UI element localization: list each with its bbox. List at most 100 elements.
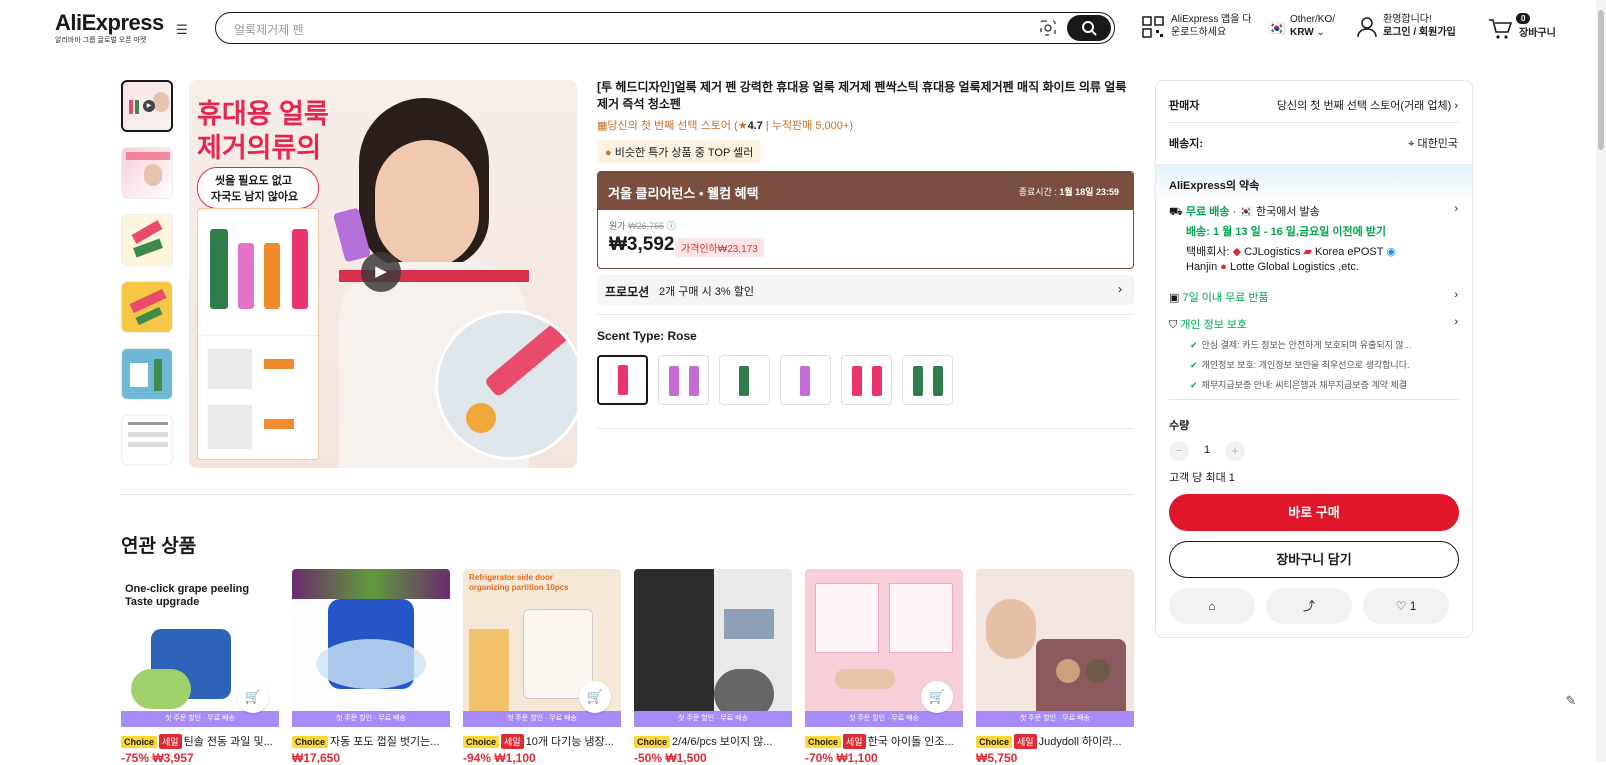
scent-option[interactable] [597, 355, 648, 405]
privacy-item-text: 안심 결제: 카드 정보는 안전하게 보호되며 유출되지 않... [1201, 340, 1412, 350]
seller-link[interactable]: 당신의 첫 번째 선택 스토어(거래 업체) › [1277, 97, 1458, 113]
delivery-estimate: 배송: 1 월 13 일 - 16 일,금요일 이전에 받기 [1186, 226, 1387, 238]
quantity-stepper[interactable]: − 1 + [1169, 441, 1249, 461]
scent-option[interactable] [719, 355, 770, 405]
ship-to-selector[interactable]: ⌖ 대한민국 [1408, 135, 1458, 151]
edit-icon[interactable]: ✎ [1560, 690, 1582, 712]
app-download-link[interactable]: AliExpress 앱을 다 운로드하세요 [1171, 13, 1251, 39]
original-price-label: 원가 [609, 221, 626, 231]
user-icon[interactable] [1357, 16, 1377, 38]
login-signup-link[interactable]: 로그인 / 회원가입 [1383, 27, 1456, 38]
scent-type-label: Scent Type: Rose [597, 329, 697, 343]
shipping-badge: 첫 주문 할인 · 무료 배송 [463, 711, 621, 727]
product-card[interactable]: 첫 주문 할인 · 무료 배송 Choice 자동 포도 껍질 벗기는... ₩1… [292, 569, 450, 765]
choice-tag: Choice [634, 736, 671, 748]
promotion-text: 2개 구매 시 3% 할인 [659, 286, 754, 298]
product-card[interactable]: Refrigerator side door organizing partit… [463, 569, 621, 765]
image-caption-2: 자국도 남지 않아요 [211, 191, 299, 203]
thumbnail[interactable]: ▶ [121, 80, 173, 132]
menu-icon[interactable]: ☰ [174, 22, 190, 38]
check-icon: ✔ [1190, 340, 1198, 350]
scent-option[interactable] [658, 355, 709, 405]
thumbnail[interactable] [121, 147, 173, 199]
image-headline-2: 제거의류의 [197, 133, 322, 163]
add-to-cart-icon[interactable]: 🛒 [921, 681, 953, 713]
region-selector[interactable]: Other/KO/ KRW ⌄ [1290, 13, 1335, 39]
qr-code-icon[interactable] [1142, 16, 1164, 38]
cart-icon[interactable] [1488, 18, 1512, 40]
scent-option[interactable] [841, 355, 892, 405]
chevron-right-icon[interactable]: › [1454, 203, 1458, 215]
thumbnail[interactable] [121, 348, 173, 400]
chevron-right-icon: › [1454, 100, 1458, 112]
welcome-text: 환영합니다! [1383, 14, 1432, 25]
product-card-price: -70% ₩1,100 [805, 751, 878, 765]
thumbnail[interactable] [121, 281, 173, 333]
scrollbar-thumb[interactable] [1598, 10, 1604, 150]
info-icon[interactable]: ⓘ [667, 221, 676, 231]
product-card-name: Choice 세일 10개 다기능 냉장... [463, 733, 621, 749]
image-search-icon[interactable] [1040, 20, 1056, 36]
chevron-right-icon[interactable]: › [1454, 316, 1458, 328]
product-card-title: 10개 다기능 냉장... [525, 736, 614, 748]
product-card[interactable]: 첫 주문 할인 · 무료 배송 Choice 세일 Judydoll 하이라... … [976, 569, 1134, 765]
choice-tag: Choice [292, 736, 329, 748]
increase-button[interactable]: + [1225, 441, 1245, 461]
search-input[interactable]: 얼룩제거제 펜 [234, 21, 304, 38]
sold-count: 누적판매 5,000+ [771, 120, 850, 132]
privacy-label: 개인 정보 보호 [1180, 319, 1248, 331]
carrier-icon: ▰ [1303, 246, 1312, 258]
card-image-text: One-click grape peeling Taste upgrade [125, 583, 250, 608]
top-seller-badge: ● 비슷한 특가 상품 중 TOP 셀러 [597, 140, 762, 163]
privacy-row[interactable]: ⛉ 개인 정보 보호 [1169, 316, 1247, 332]
share-button[interactable]: ⤴ [1266, 588, 1352, 624]
free-shipping-row[interactable]: ⛟ 무료 배송 · 🇰🇷 한국에서 발송 [1169, 203, 1320, 220]
product-card-image[interactable] [292, 569, 450, 727]
add-to-cart-icon[interactable]: 🛒 [579, 681, 611, 713]
scent-option[interactable] [780, 355, 831, 405]
add-to-cart-icon[interactable]: 🛒 [237, 681, 269, 713]
search-bar[interactable]: 얼룩제거제 펜 [215, 12, 1115, 44]
main-product-image[interactable]: 휴대용 얼룩 제거의류의 씻을 필요도 없고 자국도 남지 않아요 ▶ [189, 80, 577, 468]
store-name-link[interactable]: 당신의 첫 번째 선택 스토어 [607, 120, 731, 132]
carrier-icon: ◆ [1232, 246, 1242, 258]
end-time-label: 종료시간 : [1018, 187, 1057, 197]
seller-name: 당신의 첫 번째 선택 스토어(거래 업체) [1276, 100, 1452, 112]
thumbnail[interactable] [121, 415, 173, 465]
truck-icon: ⛟ [1169, 206, 1183, 218]
image-caption-1: 씻을 필요도 없고 [215, 175, 292, 187]
privacy-item-text: 채무지급보증 안내: 씨티은행과 채무지급보증 계약 체결 [1201, 380, 1407, 390]
location-pin-icon: ⌖ [1408, 138, 1415, 150]
product-card-image[interactable] [634, 569, 792, 727]
promotion-row[interactable]: 프로모션 2개 구매 시 3% 할인 › [597, 275, 1134, 305]
product-card[interactable]: 첫 주문 할인 · 무료 배송 Choice 2/4/6/pcs 보이지 않...… [634, 569, 792, 765]
returns-row[interactable]: ▣ 7일 이내 무료 반품 [1169, 289, 1269, 305]
currency-label: KRW [1290, 27, 1314, 38]
account-menu[interactable]: 환영합니다! 로그인 / 회원가입 [1383, 13, 1456, 39]
check-icon: ✔ [1190, 360, 1198, 370]
shield-icon: ⛉ [1169, 319, 1178, 331]
wishlist-button[interactable]: ♡ 1 [1363, 588, 1449, 624]
decrease-button[interactable]: − [1169, 441, 1189, 461]
search-button[interactable] [1067, 15, 1111, 41]
chevron-right-icon[interactable]: › [1454, 289, 1458, 301]
product-card-image[interactable] [976, 569, 1134, 727]
product-card[interactable]: 첫 주문 할인 · 무료 배송 🛒 Choice 세일 한국 아이돌 인조... -… [805, 569, 963, 765]
buy-now-button[interactable]: 바로 구매 [1169, 494, 1459, 531]
video-play-button[interactable]: ▶ [361, 252, 401, 292]
product-card[interactable]: One-click grape peeling Taste upgrade 첫 … [121, 569, 279, 765]
divider [1169, 122, 1459, 123]
carrier-icon: ● [1220, 261, 1227, 273]
thumbnail[interactable] [121, 214, 173, 266]
scrollbar[interactable] [1596, 0, 1606, 762]
cart-label[interactable]: 장바구니 [1519, 27, 1556, 40]
free-shipping-label: 무료 배송 [1185, 206, 1230, 218]
scent-option[interactable] [902, 355, 953, 405]
sale-price: ₩3,592 [609, 234, 675, 255]
product-card-price: ₩17,650 [292, 751, 341, 765]
store-button[interactable]: ⌂ [1169, 588, 1255, 624]
scent-swatches [597, 355, 953, 405]
product-card-name: Choice 세일 Judydoll 하이라... [976, 733, 1134, 749]
aliexpress-logo[interactable]: AliExpress [55, 10, 164, 36]
add-to-cart-button[interactable]: 장바구니 담기 [1169, 541, 1459, 578]
